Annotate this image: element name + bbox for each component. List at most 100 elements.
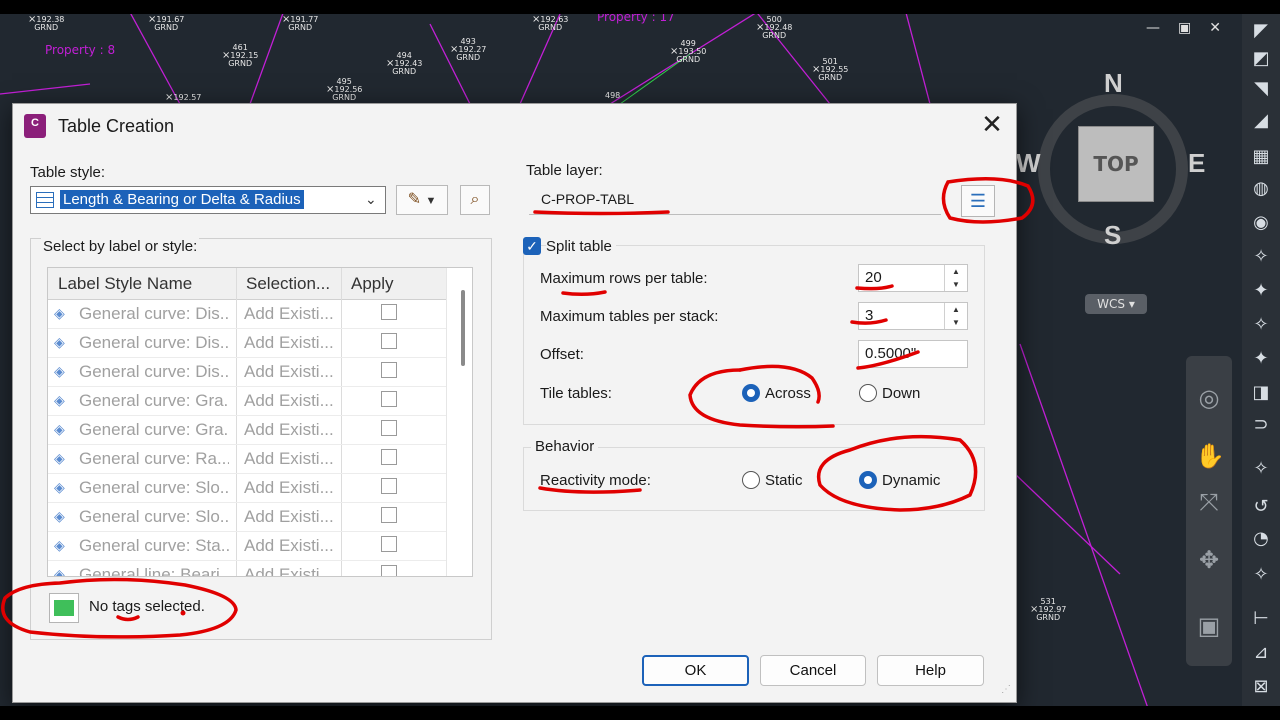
tool-icon[interactable]: ✧ xyxy=(1248,456,1274,482)
table-row[interactable]: ◈ General curve: Slo... Add Existi... xyxy=(48,473,446,503)
steering-wheel-icon[interactable]: ◎ xyxy=(1195,384,1223,412)
apply-checkbox[interactable] xyxy=(381,536,397,552)
globe-icon[interactable]: ◍ xyxy=(1248,176,1274,202)
cancel-button[interactable]: Cancel xyxy=(760,655,866,686)
tool-icon[interactable]: ✦ xyxy=(1248,278,1274,304)
table-row[interactable]: ◈ General curve: Dis... Add Existi... xyxy=(48,328,446,358)
table-row[interactable]: ◈ General curve: Sta... Add Existi... xyxy=(48,531,446,561)
label-style-icon: ◈ xyxy=(54,363,65,379)
tile-down-radio[interactable] xyxy=(859,384,877,402)
tool-icon[interactable]: ↺ xyxy=(1248,494,1274,520)
apply-checkbox[interactable] xyxy=(381,565,397,576)
spinner-arrows-icon[interactable]: ▲ ▼ xyxy=(944,265,967,291)
resize-grip-icon[interactable]: ⋰ xyxy=(1001,684,1013,696)
tile-across-label[interactable]: Across xyxy=(765,385,811,402)
minimize-icon[interactable]: — xyxy=(1146,20,1160,36)
apply-checkbox[interactable] xyxy=(381,449,397,465)
navigation-bar: ◎ ✋ ⤧ ✥ ▣ xyxy=(1186,356,1232,666)
pan-hand-icon[interactable]: ✋ xyxy=(1195,442,1225,470)
tag-select-button[interactable] xyxy=(49,593,79,623)
compass-south[interactable]: S xyxy=(1104,220,1121,251)
apply-checkbox[interactable] xyxy=(381,362,397,378)
tool-icon[interactable]: ◢ xyxy=(1248,108,1274,134)
tool-icon[interactable]: ✦ xyxy=(1248,346,1274,372)
apply-checkbox[interactable] xyxy=(381,507,397,523)
layer-picker-button[interactable]: ☰ xyxy=(961,185,995,217)
tool-icon[interactable]: ⊿ xyxy=(1248,640,1274,666)
static-radio[interactable] xyxy=(742,471,760,489)
table-row[interactable]: ◈ General curve: Gra... Add Existi... xyxy=(48,415,446,445)
restore-icon[interactable]: ▣ xyxy=(1178,20,1191,36)
edit-style-button[interactable]: ✎ ▼ xyxy=(396,185,448,215)
table-style-dropdown[interactable]: Length & Bearing or Delta & Radius ⌄ xyxy=(30,186,386,214)
column-header[interactable]: Apply xyxy=(351,274,394,294)
split-table-label[interactable]: Split table xyxy=(546,238,616,255)
close-icon[interactable]: ✕ xyxy=(977,110,1007,140)
max-rows-stepper[interactable]: 20 ▲ ▼ xyxy=(858,264,968,292)
label-style-list[interactable]: Label Style Name Selection... Apply ◈ Gen… xyxy=(47,267,473,577)
table-row[interactable]: ◈ General curve: Dis... Add Existi... xyxy=(48,299,446,329)
tool-icon[interactable]: ⊢ xyxy=(1248,606,1274,632)
compass-west[interactable]: W xyxy=(1016,148,1041,179)
max-tables-label: Maximum tables per stack: xyxy=(540,308,719,325)
show-motion-icon[interactable]: ▣ xyxy=(1195,612,1223,640)
table-row[interactable]: ◈ General curve: Gra... Add Existi... xyxy=(48,386,446,416)
offset-label: Offset: xyxy=(540,346,584,363)
tool-icon[interactable]: ✧ xyxy=(1248,312,1274,338)
table-style-icon xyxy=(36,192,54,208)
static-label[interactable]: Static xyxy=(765,472,803,489)
apply-checkbox[interactable] xyxy=(381,420,397,436)
column-header[interactable]: Selection... xyxy=(246,274,330,294)
orbit-icon[interactable]: ✥ xyxy=(1195,546,1223,574)
wcs-menu[interactable]: WCS ▾ xyxy=(1085,294,1147,314)
table-row[interactable]: ◈ General curve: Slo... Add Existi... xyxy=(48,502,446,532)
tool-icon[interactable]: ✧ xyxy=(1248,562,1274,588)
tile-across-radio[interactable] xyxy=(742,384,760,402)
dynamic-radio[interactable] xyxy=(859,471,877,489)
list-scrollbar[interactable] xyxy=(446,268,472,576)
dialog-title: Table Creation xyxy=(58,116,175,136)
view-cube-top-face[interactable]: TOP xyxy=(1078,126,1154,202)
spinner-arrows-icon[interactable]: ▲ ▼ xyxy=(944,303,967,329)
table-row[interactable]: ◈ General line: Beari... Add Existi... xyxy=(48,560,446,576)
survey-point: ×191.77 GRND xyxy=(282,14,319,32)
label-style-icon: ◈ xyxy=(54,334,65,350)
pick-style-button[interactable]: ⌕ xyxy=(460,185,490,215)
apply-checkbox[interactable] xyxy=(381,304,397,320)
table-row[interactable]: ◈ General curve: Dis... Add Existi... xyxy=(48,357,446,387)
survey-point: 500 ×192.48 GRND xyxy=(756,15,793,40)
tool-icon[interactable]: ◥ xyxy=(1248,76,1274,102)
apply-checkbox[interactable] xyxy=(381,478,397,494)
tool-icon[interactable]: ◤ xyxy=(1248,18,1274,44)
column-header[interactable]: Label Style Name xyxy=(58,274,192,294)
apply-checkbox[interactable] xyxy=(381,333,397,349)
view-cube[interactable]: TOP N S E W xyxy=(1016,68,1210,264)
tool-icon[interactable]: ◨ xyxy=(1248,380,1274,406)
tile-down-label[interactable]: Down xyxy=(882,385,920,402)
ok-button[interactable]: OK xyxy=(642,655,749,686)
pencil-brush-icon: ✎ xyxy=(407,191,422,208)
scrollbar-thumb[interactable] xyxy=(461,290,465,366)
offset-field[interactable]: 0.5000" xyxy=(858,340,968,368)
close-window-icon[interactable]: ✕ xyxy=(1209,20,1221,36)
tool-icon[interactable]: ▦ xyxy=(1248,144,1274,170)
tool-icon[interactable]: ◔ xyxy=(1248,526,1274,552)
survey-point: ×192.57 xyxy=(165,92,202,103)
tool-icon[interactable]: ◩ xyxy=(1248,46,1274,72)
survey-point: 501 ×192.55 GRND xyxy=(812,57,849,82)
label-style-icon: ◈ xyxy=(54,537,65,553)
zoom-extents-icon[interactable]: ⤧ xyxy=(1195,488,1223,516)
tool-icon[interactable]: ⊠ xyxy=(1248,674,1274,700)
compass-east[interactable]: E xyxy=(1188,148,1205,179)
max-tables-stepper[interactable]: 3 ▲ ▼ xyxy=(858,302,968,330)
chevron-down-icon[interactable]: ⌄ xyxy=(365,191,377,208)
split-table-checkbox[interactable]: ✓ xyxy=(523,237,541,255)
help-button[interactable]: Help xyxy=(877,655,984,686)
dynamic-label[interactable]: Dynamic xyxy=(882,472,940,489)
tool-icon[interactable]: ⊃ xyxy=(1248,412,1274,438)
apply-checkbox[interactable] xyxy=(381,391,397,407)
globe-icon[interactable]: ◉ xyxy=(1248,210,1274,236)
compass-north[interactable]: N xyxy=(1104,68,1123,99)
table-row[interactable]: ◈ General curve: Ra... Add Existi... xyxy=(48,444,446,474)
tool-icon[interactable]: ✧ xyxy=(1248,244,1274,270)
